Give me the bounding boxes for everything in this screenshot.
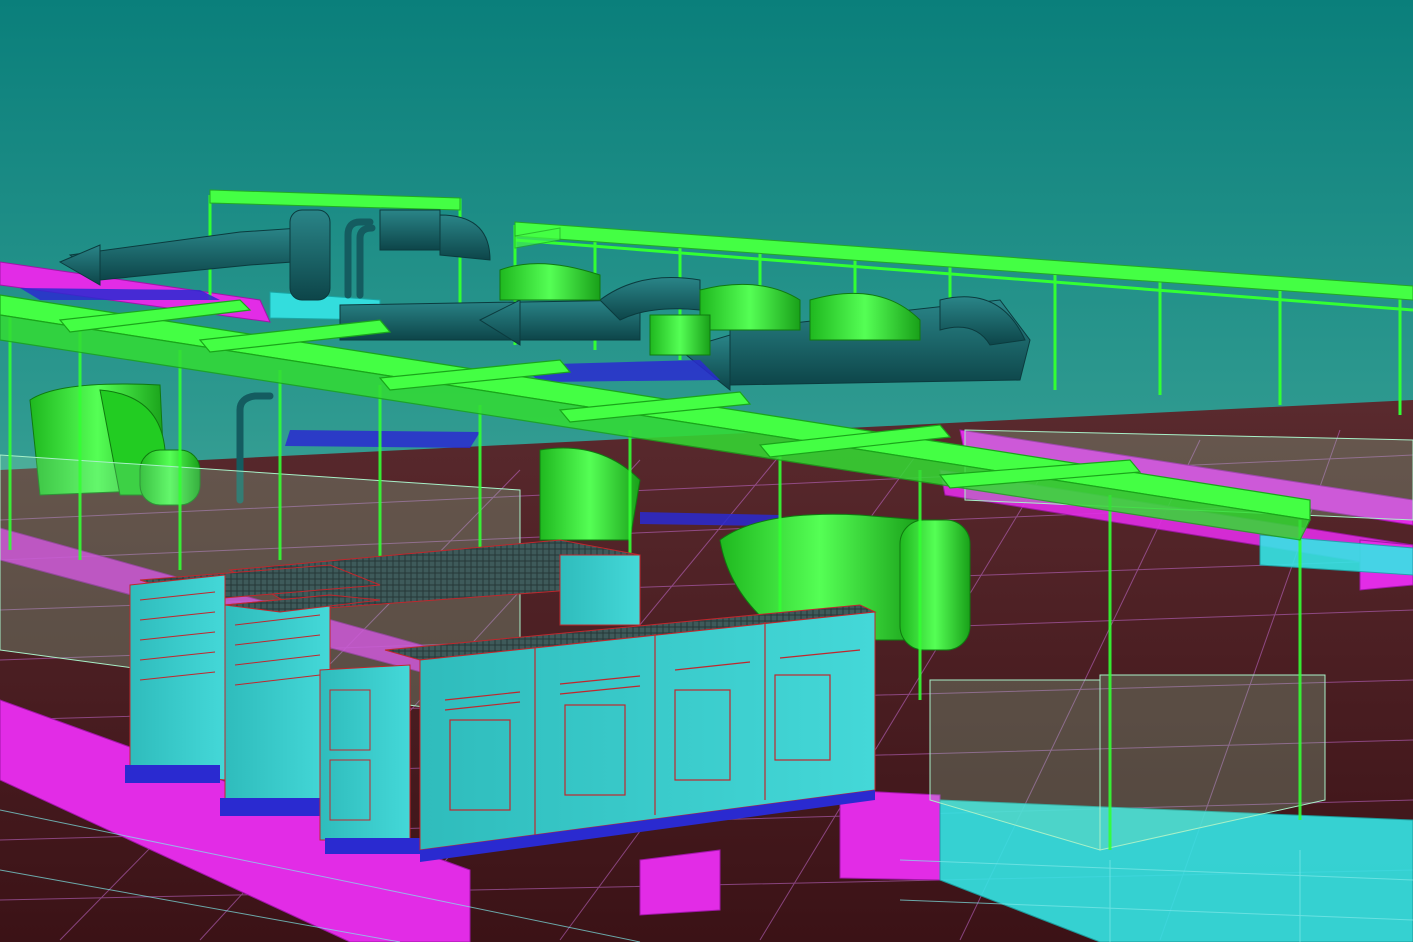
scene-canvas [0, 0, 1413, 942]
3d-viewport[interactable] [0, 0, 1413, 942]
